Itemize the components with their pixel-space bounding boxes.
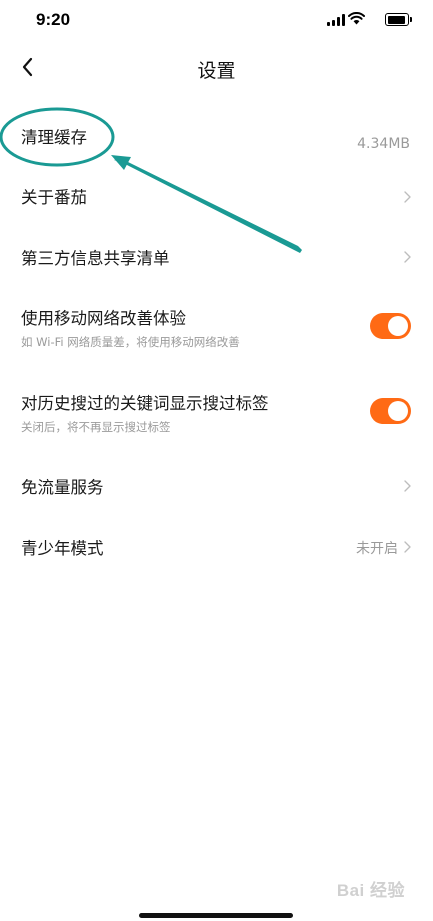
chevron-right-icon: [404, 480, 411, 492]
settings-item-label: 青少年模式: [21, 539, 104, 558]
settings-item-mobile-network: 使用移动网络改善体验 如 Wi-Fi 网络质量差，将使用移动网络改善: [0, 296, 433, 356]
settings-item-label: 使用移动网络改善体验: [21, 309, 186, 328]
status-time: 9:20: [36, 10, 71, 29]
search-tags-toggle[interactable]: [370, 398, 411, 424]
chevron-right-icon: [404, 251, 411, 263]
settings-item-search-tags: 对历史搜过的关键词显示搜过标签 关闭后，将不再显示搜过标签: [0, 382, 433, 442]
cellular-signal-icon: [327, 14, 345, 26]
battery-icon: [385, 13, 412, 26]
settings-item-label: 免流量服务: [21, 478, 104, 497]
toggle-knob: [388, 401, 408, 421]
status-icons: [321, 12, 412, 28]
status-bar: 9:20: [0, 0, 433, 40]
settings-item-label: 第三方信息共享清单: [21, 249, 170, 268]
page-title: 设置: [197, 60, 236, 82]
toggle-knob: [388, 316, 408, 336]
settings-item-label: 清理缓存: [21, 128, 87, 147]
arrow-head: [111, 155, 131, 170]
settings-item-about[interactable]: 关于番茄: [0, 176, 433, 218]
teen-mode-status: 未开启: [356, 541, 398, 557]
chevron-right-icon: [404, 191, 411, 203]
settings-item-label: 对历史搜过的关键词显示搜过标签: [21, 394, 269, 413]
settings-item-third-party[interactable]: 第三方信息共享清单: [0, 236, 433, 278]
settings-item-free-data[interactable]: 免流量服务: [0, 466, 433, 508]
watermark-logo: Bai 经验: [336, 881, 405, 900]
settings-item-description: 如 Wi-Fi 网络质量差，将使用移动网络改善: [21, 335, 240, 349]
nav-bar: 设置: [0, 46, 433, 90]
home-indicator: [139, 913, 293, 918]
wifi-icon: [348, 12, 365, 25]
settings-item-clear-cache[interactable]: 清理缓存 4.34MB: [0, 114, 433, 154]
chevron-right-icon: [404, 541, 411, 553]
settings-item-description: 关闭后，将不再显示搜过标签: [21, 420, 171, 434]
settings-item-label: 关于番茄: [21, 188, 87, 207]
mobile-network-toggle[interactable]: [370, 313, 411, 339]
cache-size-value: 4.34MB: [357, 136, 410, 152]
settings-item-teen-mode[interactable]: 青少年模式 未开启: [0, 526, 433, 568]
